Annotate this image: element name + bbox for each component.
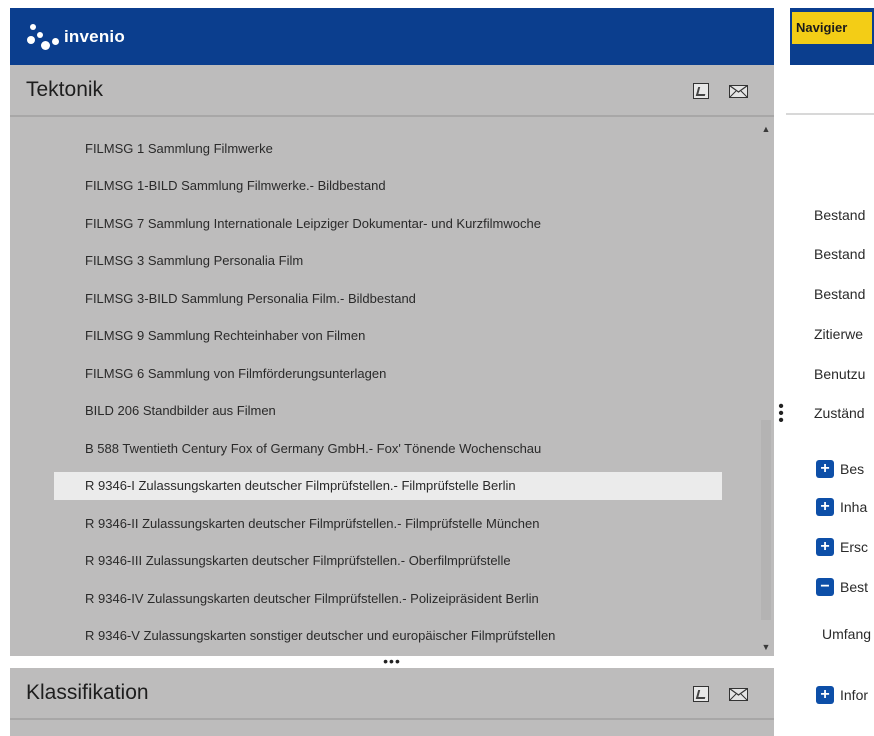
- tektonik-tree: FILMSG 1 Sammlung Filmwerke FILMSG 1-BILD…: [10, 118, 758, 656]
- plus-icon[interactable]: +: [816, 686, 834, 704]
- tree-item[interactable]: FILMSG 1 Sammlung Filmwerke: [54, 134, 722, 162]
- tree-item[interactable]: FILMSG 1-BILD Sammlung Filmwerke.- Bildb…: [54, 172, 722, 200]
- expander-row[interactable]: − Best: [816, 578, 868, 596]
- scroll-up-icon[interactable]: ▲: [758, 122, 774, 136]
- tree-item[interactable]: R 9346-III Zulassungskarten deutscher Fi…: [54, 547, 722, 575]
- tree-item-label: FILMSG 6 Sammlung von Filmförderungsunte…: [85, 365, 387, 381]
- pdf-export-icon[interactable]: [693, 686, 709, 702]
- tree-item[interactable]: BILD 206 Standbilder aus Filmen: [54, 397, 722, 425]
- navigate-button[interactable]: Navigier: [792, 12, 872, 44]
- tree-item-label: FILMSG 3-BILD Sammlung Personalia Film.-…: [85, 290, 416, 306]
- expander-row[interactable]: + Infor: [816, 686, 868, 704]
- tree-item[interactable]: R 9346-IV Zulassungskarten deutscher Fil…: [54, 584, 722, 612]
- tree-item-label: FILMSG 1-BILD Sammlung Filmwerke.- Bildb…: [85, 178, 386, 193]
- tree-item-label: FILMSG 7 Sammlung Internationale Leipzig…: [85, 215, 541, 231]
- klassifikation-title: Klassifikation: [26, 681, 149, 704]
- meta-label: Benutzu: [814, 366, 866, 382]
- tree-item[interactable]: R 9346-V Zulassungskarten sonstiger deut…: [54, 622, 722, 650]
- meta-label: Zuständ: [814, 405, 865, 421]
- meta-label: Bestand: [814, 246, 866, 262]
- tree-item-label: R 9346-II Zulassungskarten deutscher Fil…: [85, 515, 540, 531]
- expander-label: Inha: [840, 499, 868, 515]
- brand-name: invenio: [64, 26, 125, 46]
- scroll-down-icon[interactable]: ▼: [758, 640, 774, 654]
- tree-item-label: FILMSG 9 Sammlung Rechteinhaber von Film…: [85, 328, 366, 343]
- expander-row[interactable]: + Inha: [816, 498, 867, 516]
- tektonik-title: Tektonik: [26, 78, 104, 101]
- tree-item-label: R 9346-IV Zulassungskarten deutscher Fil…: [85, 590, 539, 606]
- meta-label: Zitierwe: [814, 326, 864, 342]
- tree-item[interactable]: R 9346-II Zulassungskarten deutscher Fil…: [54, 509, 722, 537]
- tree-item-label: R 9346-I Zulassungskarten deutscher Film…: [85, 478, 516, 493]
- expander-row[interactable]: + Bes: [816, 460, 864, 478]
- plus-icon[interactable]: +: [816, 460, 834, 478]
- klassifikation-header[interactable]: Klassifikation: [10, 668, 774, 720]
- expander-label: Ersc: [840, 539, 868, 555]
- plus-icon[interactable]: +: [816, 498, 834, 516]
- pdf-export-icon[interactable]: [693, 83, 709, 99]
- right-panel: Navigier Bestand Bestand Bestand Zitierw…: [786, 0, 874, 736]
- tree-item[interactable]: FILMSG 6 Sammlung von Filmförderungsunte…: [54, 359, 722, 387]
- expander-row[interactable]: + Ersc: [816, 538, 868, 556]
- expander-label: Bes: [840, 461, 865, 477]
- tree-item[interactable]: R 9346-I Zulassungskarten deutscher Film…: [54, 471, 722, 500]
- tree-item[interactable]: FILMSG 7 Sammlung Internationale Leipzig…: [54, 209, 722, 237]
- tree-item-label: R 9346-V Zulassungskarten sonstiger deut…: [85, 628, 556, 643]
- expander-label: Infor: [840, 687, 869, 703]
- scroll-thumb[interactable]: [761, 420, 771, 620]
- expander-label: Best: [840, 579, 869, 595]
- brand-header: invenio: [10, 8, 774, 65]
- tree-item[interactable]: FILMSG 3-BILD Sammlung Personalia Film.-…: [54, 284, 722, 312]
- vertical-resize-handle-icon[interactable]: • • •: [776, 399, 786, 429]
- divider: [786, 113, 874, 115]
- umfang-label: Umfang: [822, 626, 872, 642]
- mail-icon[interactable]: [729, 84, 748, 98]
- tree-item-label: R 9346-III Zulassungskarten deutscher Fi…: [85, 553, 511, 568]
- tree-item[interactable]: FILMSG 9 Sammlung Rechteinhaber von Film…: [54, 322, 722, 350]
- plus-icon[interactable]: +: [816, 538, 834, 556]
- invenio-logo-icon: [26, 22, 60, 52]
- meta-label: Bestand: [814, 286, 866, 302]
- tektonik-header[interactable]: Tektonik: [10, 65, 774, 117]
- tree-item-label: B 588 Twentieth Century Fox of Germany G…: [85, 440, 542, 456]
- tree-item[interactable]: FILMSG 3 Sammlung Personalia Film: [54, 247, 722, 275]
- tree-item[interactable]: B 588 Twentieth Century Fox of Germany G…: [54, 434, 722, 462]
- left-panel: invenio Tektonik FILMSG 1 Sammlung Filmw…: [10, 8, 774, 736]
- tree-scrollbar[interactable]: ▲ ▼: [758, 118, 774, 656]
- minus-icon[interactable]: −: [816, 578, 834, 596]
- tree-item-label: BILD 206 Standbilder aus Filmen: [85, 403, 276, 418]
- tree-item-label: FILMSG 1 Sammlung Filmwerke: [85, 140, 273, 156]
- mail-icon[interactable]: [729, 687, 748, 701]
- tree-item-label: FILMSG 3 Sammlung Personalia Film: [85, 253, 304, 268]
- meta-label: Bestand: [814, 207, 866, 223]
- horizontal-resize-handle-icon[interactable]: •••: [10, 654, 774, 668]
